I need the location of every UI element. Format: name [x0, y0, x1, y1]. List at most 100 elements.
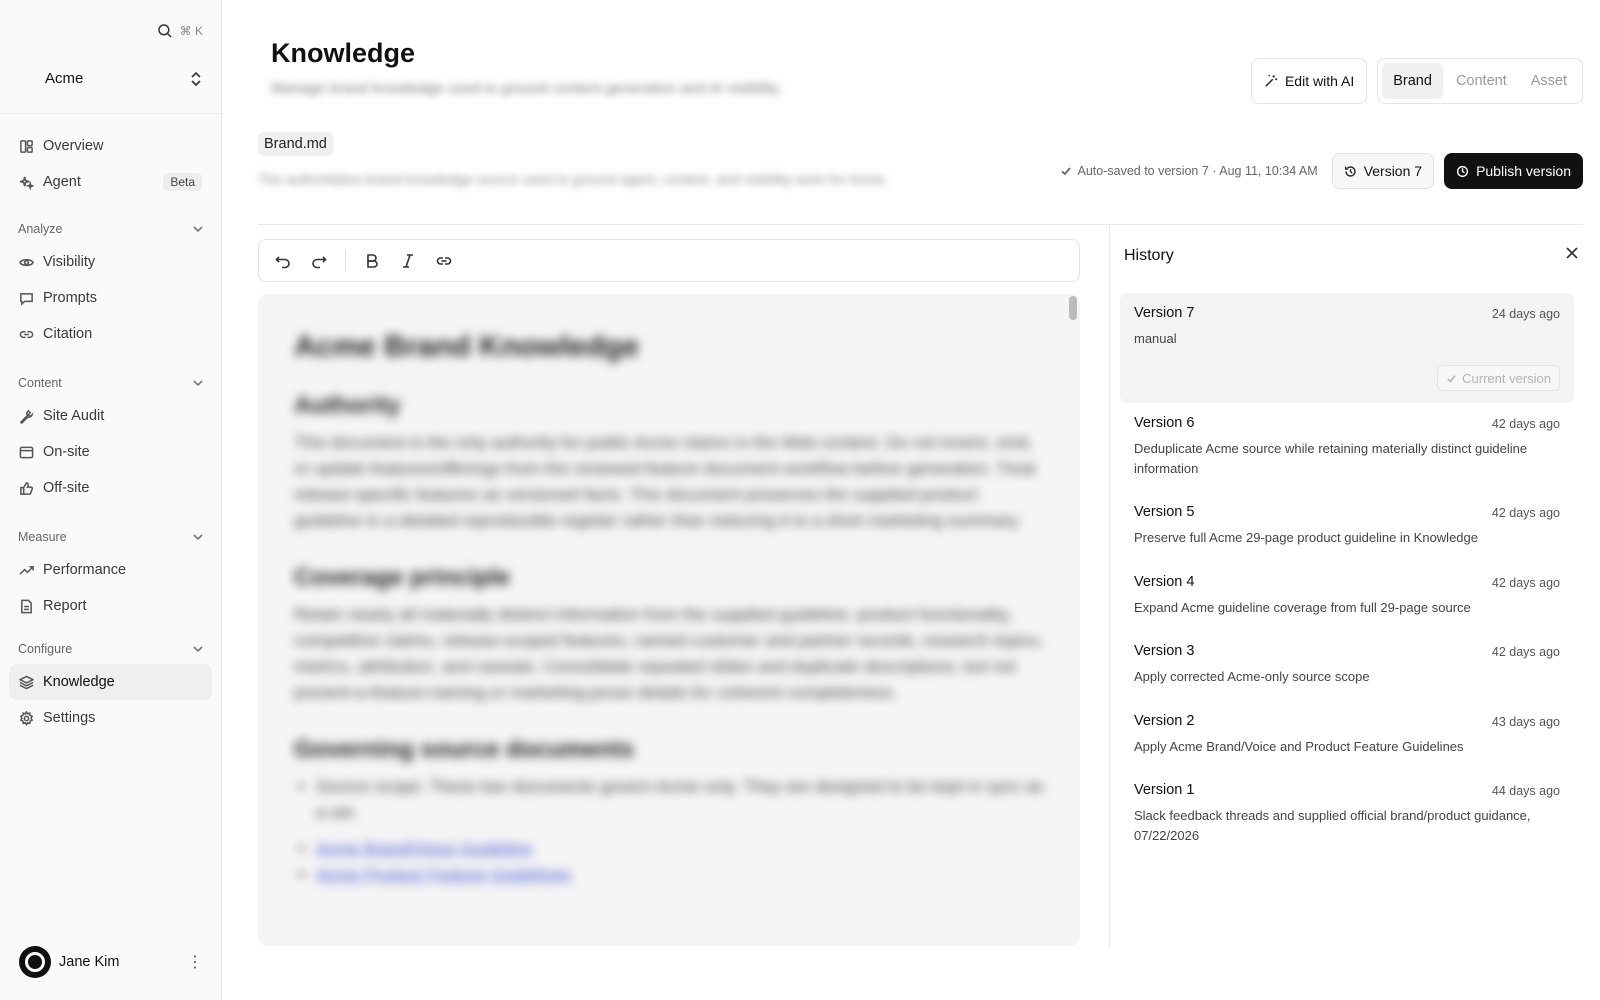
version-description: Deduplicate Acme source while retaining … [1134, 441, 1528, 476]
page-title: Knowledge [271, 38, 416, 68]
history-icon [1344, 165, 1356, 177]
org-switcher[interactable]: Acme [45, 70, 203, 87]
version-item[interactable]: Version 4 42 days ago Expand Acme guidel… [1120, 562, 1574, 632]
user-menu[interactable]: Jane Kim ⋮ [19, 946, 203, 978]
page-subtitle: Manage brand knowledge used to ground co… [271, 80, 782, 97]
version-label: Version 7 [1363, 163, 1423, 179]
redo-button[interactable] [303, 246, 335, 276]
check-icon [1447, 374, 1456, 382]
bold-icon [367, 253, 378, 268]
version-item[interactable]: Version 7 24 days ago manual Current ver… [1120, 293, 1574, 403]
beta-badge: Beta [163, 173, 202, 191]
sidebar: ⌘ K Acme Overview Agent Beta Analyze Vis… [0, 0, 222, 1000]
version-item[interactable]: Version 3 42 days ago Apply corrected Ac… [1120, 631, 1574, 701]
edit-with-ai-label: Edit with AI [1284, 73, 1355, 89]
sidebar-item-overview[interactable]: Overview [9, 128, 212, 164]
link-icon [19, 330, 34, 338]
gear-icon [19, 710, 34, 726]
file-icon [21, 599, 32, 613]
sidebar-item-performance[interactable]: Performance [9, 552, 212, 588]
sidebar-nav: Overview Agent Beta Analyze Visibility P… [9, 128, 212, 736]
italic-icon [403, 253, 413, 268]
doc-paragraph: Retain nearly all materially distinct in… [294, 605, 1044, 702]
section-title: Content [18, 376, 62, 390]
section-title: Analyze [18, 222, 63, 236]
tab-content[interactable]: Content [1445, 63, 1518, 99]
section-title: Configure [18, 642, 73, 656]
version-time: 42 days ago [1491, 575, 1560, 590]
file-name-chip: Brand.md [258, 132, 333, 156]
sidebar-item-report[interactable]: Report [9, 588, 212, 624]
sidebar-item-label: Report [43, 598, 87, 614]
sidebar-item-visibility[interactable]: Visibility [9, 244, 212, 280]
magic-wand-icon [1265, 74, 1278, 87]
version-list: Version 7 24 days ago manual Current ver… [1120, 293, 1574, 859]
sidebar-item-label: Knowledge [43, 674, 115, 690]
sidebar-item-label: Prompts [43, 290, 97, 306]
section-content[interactable]: Content [9, 368, 212, 398]
search-shortcut: ⌘ K [179, 24, 203, 38]
thumbs-up-icon [20, 481, 34, 495]
version-item[interactable]: Version 5 42 days ago Preserve full Acme… [1120, 492, 1574, 562]
file-description: The authoritative brand knowledge source… [258, 171, 889, 187]
close-history-button[interactable] [1565, 246, 1583, 264]
editor-scrollbar[interactable] [1069, 296, 1077, 320]
current-version-badge: Current version [1437, 365, 1560, 391]
sidebar-item-off-site[interactable]: Off-site [9, 470, 212, 506]
sidebar-item-site-audit[interactable]: Site Audit [9, 398, 212, 434]
chevron-down-icon [193, 646, 203, 653]
doc-link[interactable]: Acme Brand/Voice Guideline [316, 839, 532, 858]
edit-with-ai-button[interactable]: Edit with AI [1250, 58, 1368, 104]
section-configure[interactable]: Configure [9, 634, 212, 664]
autosave-status: Auto-saved to version 7 · Aug 11, 10:34 … [1060, 164, 1318, 178]
tab-brand[interactable]: Brand [1382, 63, 1443, 99]
knowledge-type-tabs: Brand Content Asset [1377, 58, 1583, 104]
editor-toolbar [258, 239, 1080, 282]
version-history-button[interactable]: Version 7 [1331, 153, 1435, 189]
italic-button[interactable] [392, 246, 424, 276]
chevron-up-down-icon [191, 71, 201, 86]
sidebar-item-agent[interactable]: Agent Beta [9, 164, 212, 200]
markdown-editor[interactable]: Acme Brand Knowledge Authority This docu… [258, 294, 1080, 946]
sidebar-item-label: On-site [43, 444, 90, 460]
tab-asset[interactable]: Asset [1520, 63, 1578, 99]
version-item[interactable]: Version 6 42 days ago Deduplicate Acme s… [1120, 403, 1574, 492]
user-name: Jane Kim [59, 954, 120, 970]
version-item[interactable]: Version 2 43 days ago Apply Acme Brand/V… [1120, 701, 1574, 771]
version-item[interactable]: Version 1 44 days ago Slack feedback thr… [1120, 770, 1574, 859]
search-icon [157, 24, 172, 38]
sidebar-item-settings[interactable]: Settings [9, 700, 212, 736]
section-analyze[interactable]: Analyze [9, 214, 212, 244]
section-measure[interactable]: Measure [9, 522, 212, 552]
history-title: History [1124, 247, 1174, 264]
sidebar-item-citation[interactable]: Citation [9, 316, 212, 352]
doc-section-heading: Authority [294, 392, 401, 419]
browser-icon [19, 446, 34, 458]
version-description: Apply Acme Brand/Voice and Product Featu… [1134, 738, 1464, 754]
sidebar-item-label: Off-site [43, 480, 90, 496]
publish-version-button[interactable]: Publish version [1444, 153, 1583, 189]
search-button[interactable]: ⌘ K [156, 22, 203, 40]
sidebar-item-label: Agent [43, 174, 81, 190]
more-vertical-icon[interactable]: ⋮ [187, 954, 203, 971]
chevron-down-icon [193, 226, 203, 233]
sidebar-item-knowledge[interactable]: Knowledge [9, 664, 212, 700]
undo-button[interactable] [267, 246, 299, 276]
bold-button[interactable] [356, 246, 388, 276]
sidebar-item-on-site[interactable]: On-site [9, 434, 212, 470]
sidebar-item-label: Settings [43, 710, 96, 726]
link-button[interactable] [428, 246, 460, 276]
version-description: Expand Acme guideline coverage from full… [1134, 599, 1471, 615]
toolbar-separator [345, 249, 346, 272]
doc-heading: Acme Brand Knowledge [294, 330, 640, 363]
version-time: 24 days ago [1491, 307, 1560, 321]
version-time: 42 days ago [1491, 506, 1560, 520]
org-name: Acme [45, 70, 84, 87]
doc-link[interactable]: Acme Product Feature Guidelines [316, 865, 571, 884]
chevron-down-icon [193, 380, 203, 387]
header-actions: Edit with AI Brand Content Asset [1250, 58, 1583, 104]
section-title: Measure [18, 530, 67, 544]
version-description: Slack feedback threads and supplied offi… [1134, 808, 1531, 843]
version-time: 42 days ago [1491, 417, 1560, 431]
sidebar-item-prompts[interactable]: Prompts [9, 280, 212, 316]
